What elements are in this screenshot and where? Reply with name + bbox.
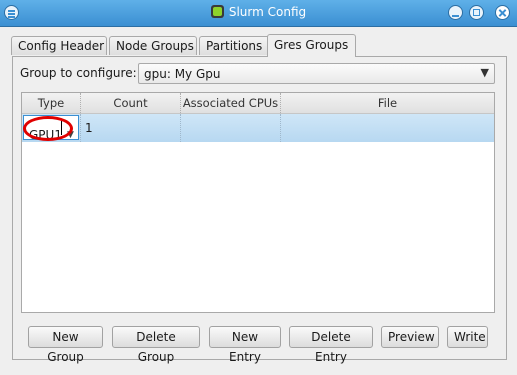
tab-node-groups[interactable]: Node Groups	[109, 36, 197, 55]
preview-button[interactable]: Preview	[381, 326, 439, 348]
new-entry-button[interactable]: New Entry	[209, 326, 281, 364]
column-header-count[interactable]: Count	[81, 93, 181, 113]
table-header: Type Count Associated CPUs File	[22, 93, 494, 114]
app-icon	[210, 5, 224, 18]
group-select-label: Group to configure:	[20, 66, 137, 80]
group-select-value: gpu: My Gpu	[144, 67, 221, 81]
chevron-down-icon[interactable]: ▼	[67, 121, 74, 149]
slurm-config-window: Slurm Config Config Header Node Groups P…	[0, 0, 517, 375]
type-editor-input[interactable]: GPU1 ▼	[23, 115, 79, 142]
minimize-button[interactable]	[448, 5, 463, 20]
text-caret	[61, 121, 62, 135]
tab-gres-groups[interactable]: Gres Groups	[267, 34, 356, 57]
window-title-group: Slurm Config	[0, 5, 517, 19]
delete-group-button[interactable]: Delete Group	[112, 326, 200, 364]
title-bar[interactable]: Slurm Config	[0, 0, 517, 27]
column-header-type[interactable]: Type	[22, 93, 81, 113]
column-header-associated-cpus[interactable]: Associated CPUs	[181, 93, 281, 113]
new-group-button[interactable]: New Group	[28, 326, 103, 364]
close-button[interactable]	[495, 5, 510, 20]
column-header-file[interactable]: File	[281, 93, 494, 113]
delete-entry-button[interactable]: Delete Entry	[289, 326, 373, 364]
tab-config-header[interactable]: Config Header	[11, 36, 107, 55]
cell-file[interactable]	[281, 114, 494, 142]
table-row[interactable]: GPU1 ▼ 1	[22, 114, 494, 142]
window-title: Slurm Config	[228, 5, 307, 19]
tab-partitions[interactable]: Partitions	[199, 36, 270, 55]
cell-associated-cpus[interactable]	[181, 114, 281, 142]
type-editor-value: GPU1	[29, 128, 62, 142]
chevron-down-icon: ▼	[480, 66, 489, 79]
gres-table[interactable]: Type Count Associated CPUs File GPU1 ▼ 1	[21, 92, 495, 313]
cell-type[interactable]: GPU1 ▼	[22, 114, 81, 142]
write-button[interactable]: Write	[447, 326, 488, 348]
maximize-button[interactable]	[469, 5, 484, 20]
group-select[interactable]: gpu: My Gpu ▼	[138, 63, 495, 84]
cell-count[interactable]: 1	[81, 114, 181, 142]
